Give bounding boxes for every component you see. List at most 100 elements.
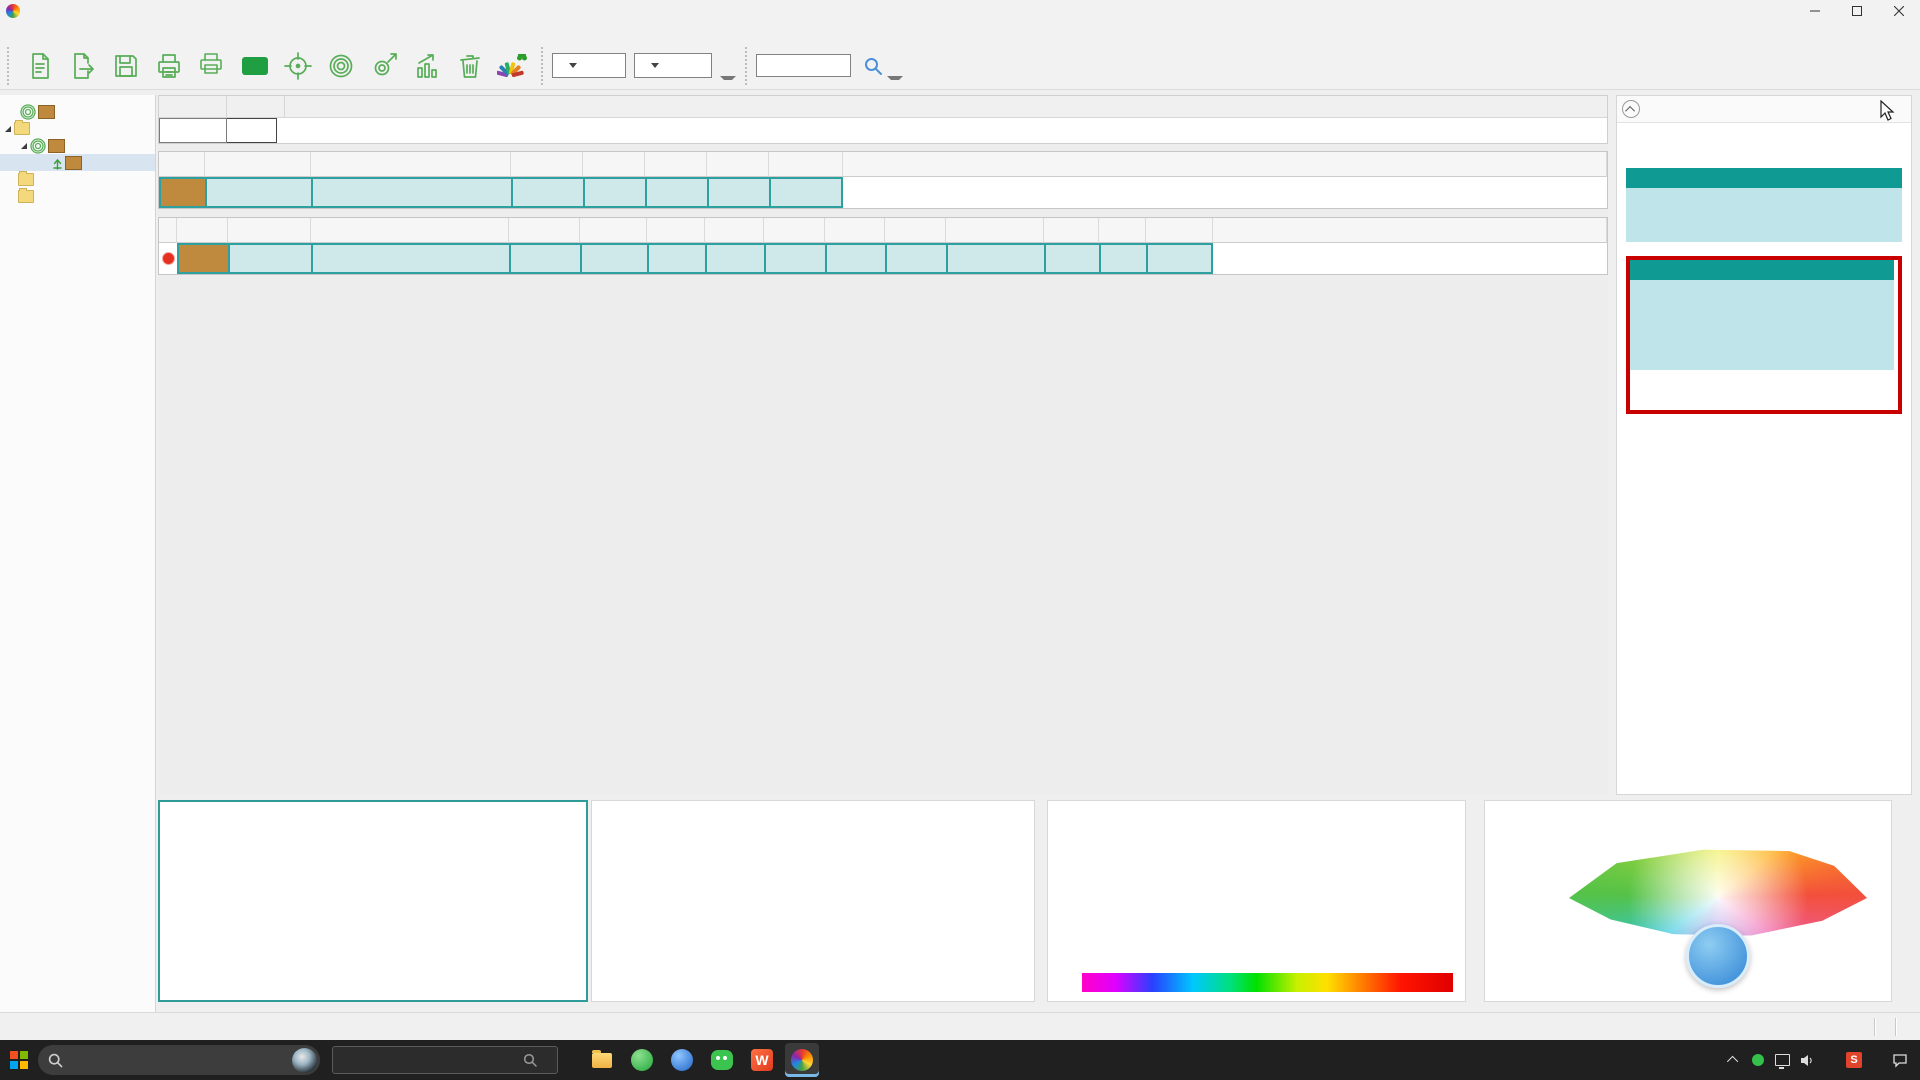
timer-badge[interactable] (1686, 924, 1750, 988)
print-button[interactable] (147, 45, 190, 87)
header-cell[interactable] (311, 218, 509, 243)
menu-file[interactable] (0, 30, 20, 34)
sample-da-cell[interactable] (825, 243, 885, 274)
tray-network[interactable] (1770, 1040, 1794, 1080)
delta-e-trend-panel[interactable] (591, 800, 1035, 1002)
header-cell[interactable] (946, 218, 1044, 243)
header-cell[interactable] (705, 218, 764, 243)
header-cell[interactable] (885, 218, 946, 243)
notification-button[interactable] (1888, 1040, 1912, 1080)
header-cell[interactable] (205, 152, 311, 177)
desktop-search-input[interactable] (339, 1052, 523, 1068)
maximize-button[interactable] (1836, 0, 1878, 22)
menu-help[interactable] (140, 30, 160, 34)
delta-ab-chart-panel[interactable] (158, 800, 588, 1002)
standard-ITA-cell[interactable] (769, 177, 843, 208)
toolbar-overflow-icon[interactable] (887, 76, 903, 85)
sci-sce-select[interactable] (552, 53, 626, 78)
tray-expand-button[interactable] (1722, 1040, 1746, 1080)
standard-datetime-cell[interactable] (311, 177, 511, 208)
sample-ITA-cell[interactable] (1146, 243, 1213, 274)
taskbar-wechat[interactable] (705, 1043, 739, 1077)
sample-L-cell[interactable] (580, 243, 647, 274)
tree-item-standard1[interactable] (0, 137, 155, 154)
header-cell[interactable] (228, 218, 311, 243)
tree-item-all-samples[interactable] (0, 188, 155, 205)
sample-illuminant-cell[interactable] (509, 243, 580, 274)
header-cell[interactable] (647, 218, 705, 243)
export-button[interactable] (61, 45, 104, 87)
tray-sogou[interactable]: S (1842, 1040, 1866, 1080)
expander-icon[interactable] (5, 126, 11, 132)
menu-color-card[interactable] (120, 30, 140, 34)
close-button[interactable] (1878, 0, 1920, 22)
taskbar-green-browser[interactable] (625, 1043, 659, 1077)
expander-icon[interactable] (21, 143, 27, 149)
standard-a-cell[interactable] (645, 177, 707, 208)
header-cell[interactable] (311, 152, 511, 177)
header-cell[interactable] (583, 152, 645, 177)
sample-db-cell[interactable] (885, 243, 946, 274)
collapse-button[interactable] (1622, 100, 1640, 118)
tray-green-status[interactable] (1746, 1040, 1770, 1080)
menu-settings[interactable] (100, 30, 120, 34)
sample-color-cast-cell[interactable] (946, 243, 1044, 274)
color-match-button[interactable] (491, 45, 534, 87)
delete-button[interactable] (448, 45, 491, 87)
standard-b-cell[interactable] (707, 177, 769, 208)
standard-swatch-cell[interactable] (159, 177, 205, 208)
header-cell[interactable] (580, 218, 647, 243)
sample-dL-cell[interactable] (764, 243, 825, 274)
statistics-button[interactable] (405, 45, 448, 87)
toolbar-overflow-icon[interactable] (720, 76, 736, 85)
menu-data[interactable] (80, 30, 100, 34)
search-highlight-image[interactable] (292, 1048, 317, 1073)
tree-item-absolute-data[interactable] (0, 171, 155, 188)
header-cell[interactable] (645, 152, 707, 177)
minimize-button[interactable] (1794, 0, 1836, 22)
menu-measure[interactable] (40, 30, 60, 34)
start-button[interactable] (10, 1051, 28, 1069)
menu-instrument[interactable] (20, 30, 40, 34)
export-pdf-button[interactable] (233, 45, 276, 87)
calibrate-button[interactable] (276, 45, 319, 87)
tolerance-value-cell[interactable] (227, 118, 277, 143)
header-cell[interactable] (764, 218, 825, 243)
search-button[interactable] (859, 45, 887, 87)
header-cell[interactable] (511, 152, 583, 177)
sample-a-cell[interactable] (647, 243, 705, 274)
measure-button[interactable] (362, 45, 405, 87)
taskbar-search[interactable] (38, 1045, 320, 1075)
header-cell[interactable] (177, 218, 228, 243)
sample-name-cell[interactable] (228, 243, 311, 274)
tree-item-sample1[interactable] (0, 154, 155, 171)
tree-item-standards-folder[interactable] (0, 120, 155, 137)
header-cell[interactable] (509, 218, 580, 243)
toolbar-search-input[interactable] (756, 54, 851, 77)
desktop-search-bar[interactable] (332, 1046, 558, 1074)
taskbar-blue-browser[interactable] (665, 1043, 699, 1077)
tray-volume[interactable] (1794, 1040, 1818, 1080)
header-cell[interactable] (825, 218, 885, 243)
sample-datetime-cell[interactable] (311, 243, 509, 274)
new-document-button[interactable] (18, 45, 61, 87)
sample-b-cell[interactable] (705, 243, 764, 274)
standard-name-cell[interactable] (205, 177, 311, 208)
standard-illuminant-cell[interactable] (511, 177, 583, 208)
spectral-chart-panel[interactable] (1047, 800, 1466, 1002)
taskbar-sqcx[interactable] (785, 1043, 819, 1077)
sample-verdict-cell[interactable] (1099, 243, 1146, 274)
tray-ime[interactable] (1818, 1040, 1842, 1080)
print-word-button[interactable] (190, 45, 233, 87)
header-cell[interactable] (1146, 218, 1213, 243)
header-cell[interactable] (1044, 218, 1099, 243)
sample-swatch-cell[interactable] (177, 243, 228, 274)
lab-gamut-panel[interactable] (1484, 800, 1892, 1002)
header-cell[interactable] (1099, 218, 1146, 243)
header-cell[interactable] (769, 152, 843, 177)
tolerance-illuminant-cell[interactable] (159, 118, 227, 143)
header-cell[interactable] (707, 152, 769, 177)
taskbar-wps[interactable]: W (745, 1043, 779, 1077)
tree-item-standard1-root[interactable] (0, 103, 155, 120)
illuminant-observer-select[interactable] (634, 53, 712, 78)
